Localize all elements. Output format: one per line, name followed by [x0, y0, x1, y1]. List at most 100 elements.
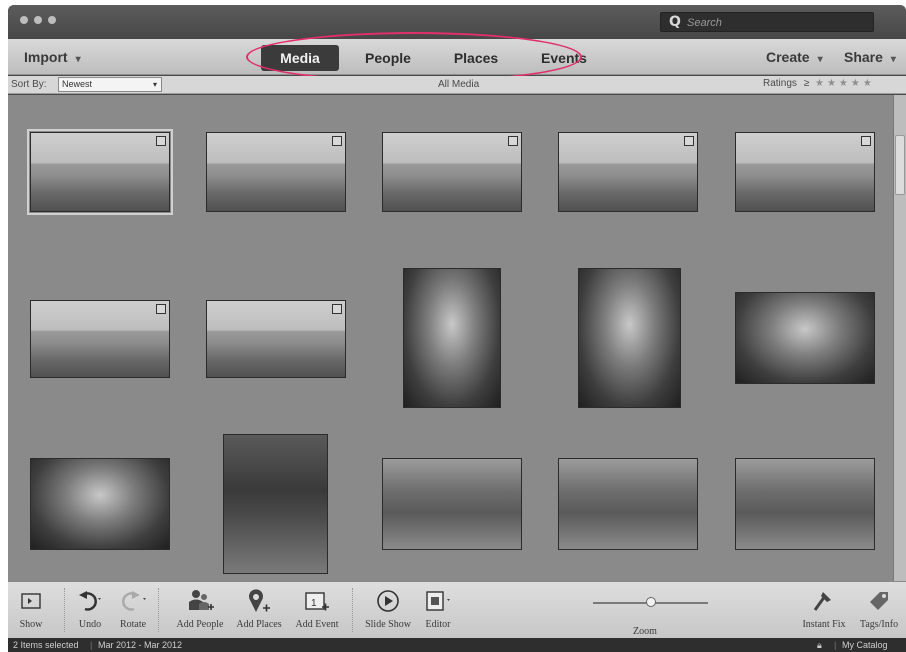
show-label: Show: [19, 619, 43, 630]
editor-button[interactable]: Editor: [418, 586, 458, 630]
toolbar-divider: [64, 588, 65, 632]
media-thumbnail[interactable]: [206, 300, 346, 378]
instant-fix-button[interactable]: Instant Fix: [796, 586, 852, 630]
share-label: Share: [844, 49, 883, 65]
media-thumbnail[interactable]: [735, 132, 875, 212]
media-thumbnail[interactable]: [558, 132, 698, 212]
stack-badge-icon[interactable]: [861, 136, 871, 146]
chevron-down-icon: ▾: [817, 54, 823, 65]
stack-badge-icon[interactable]: [508, 136, 518, 146]
stack-badge-icon[interactable]: [332, 136, 342, 146]
stack-badge-icon[interactable]: [684, 136, 694, 146]
sort-bar: Sort By: Newest ▾ All Media Ratings ≥ ★ ★ ★…: [8, 76, 906, 94]
ratings-operator[interactable]: ≥: [804, 78, 810, 89]
add-places-button[interactable]: Add Places: [230, 586, 288, 630]
create-label: Create: [766, 49, 810, 65]
menu-bar: Import ▾ Media People Places Events Creat…: [8, 32, 906, 82]
ratings-filter: Ratings ≥ ★ ★ ★ ★ ★: [763, 78, 872, 89]
share-menu[interactable]: Share ▾: [844, 49, 896, 65]
status-bar: 2 Items selected | Mar 2012 - Mar 2012 🔒…: [8, 638, 906, 652]
show-button[interactable]: Show: [14, 586, 48, 630]
tag-icon: [854, 586, 904, 616]
wand-icon: [796, 586, 852, 616]
add-people-icon: [168, 586, 232, 616]
add-people-button[interactable]: Add People: [168, 586, 232, 630]
media-thumbnail[interactable]: [578, 268, 681, 408]
panel-icon: [14, 586, 48, 616]
close-window-button[interactable]: [20, 16, 28, 24]
media-thumbnail[interactable]: [382, 458, 522, 550]
rating-star-1[interactable]: ★: [815, 78, 824, 89]
instant-fix-label: Instant Fix: [802, 619, 846, 630]
editor-icon: [418, 586, 458, 616]
sort-by-label: Sort By:: [11, 79, 47, 90]
title-bar: Q: [8, 5, 906, 39]
rating-star-3[interactable]: ★: [839, 78, 848, 89]
tags-info-button[interactable]: Tags/Info: [854, 586, 904, 630]
calendar-icon: 1: [290, 586, 344, 616]
view-tabs: Media People Places Events: [261, 45, 613, 71]
date-range: Mar 2012 - Mar 2012: [98, 640, 183, 650]
stack-badge-icon[interactable]: [332, 304, 342, 314]
media-thumbnail[interactable]: [735, 458, 875, 550]
ratings-label: Ratings: [763, 78, 797, 89]
stack-badge-icon[interactable]: [156, 304, 166, 314]
media-thumbnail[interactable]: [27, 129, 173, 215]
media-thumbnail[interactable]: [403, 268, 501, 408]
create-menu[interactable]: Create ▾: [766, 49, 823, 65]
chevron-down-icon: ▾: [152, 80, 157, 89]
zoom-slider[interactable]: [593, 597, 708, 607]
stack-badge-icon[interactable]: [156, 136, 166, 146]
undo-label: Undo: [78, 619, 102, 630]
catalog-name[interactable]: My Catalog: [842, 638, 888, 652]
zoom-label: Zoom: [633, 626, 657, 637]
chevron-down-icon: ▾: [75, 54, 81, 65]
slide-show-button[interactable]: Slide Show: [360, 586, 416, 630]
lock-icon: 🔒︎: [817, 640, 822, 650]
add-event-button[interactable]: 1 Add Event: [290, 586, 344, 630]
rating-star-5[interactable]: ★: [863, 78, 872, 89]
search-icon: Q: [669, 14, 681, 30]
editor-label: Editor: [425, 619, 451, 630]
media-thumbnail[interactable]: [223, 434, 328, 574]
scrollbar[interactable]: [893, 95, 906, 581]
search-box[interactable]: Q: [660, 12, 874, 32]
rotate-icon: [112, 586, 154, 616]
tags-info-label: Tags/Info: [859, 619, 899, 630]
toolbar-divider: [158, 588, 159, 632]
rating-star-4[interactable]: ★: [851, 78, 860, 89]
search-input[interactable]: [687, 15, 867, 30]
add-places-label: Add Places: [236, 619, 282, 630]
media-thumbnail[interactable]: [382, 132, 522, 212]
media-grid: [8, 95, 893, 581]
svg-text:1: 1: [311, 598, 317, 609]
sort-value: Newest: [62, 79, 93, 89]
status-divider: |: [834, 640, 837, 650]
rating-star-2[interactable]: ★: [827, 78, 836, 89]
tab-places[interactable]: Places: [437, 45, 515, 71]
zoom-slider-knob[interactable]: [645, 597, 656, 607]
media-thumbnail[interactable]: [558, 458, 698, 550]
media-thumbnail[interactable]: [30, 300, 170, 378]
sort-select[interactable]: Newest ▾: [58, 77, 162, 92]
scroll-thumb[interactable]: [895, 135, 905, 195]
selection-count: 2 Items selected: [13, 640, 79, 650]
tab-people[interactable]: People: [349, 45, 427, 71]
tab-media[interactable]: Media: [261, 45, 339, 71]
rotate-button[interactable]: Rotate: [112, 586, 154, 630]
add-people-label: Add People: [176, 619, 224, 630]
zoom-window-button[interactable]: [48, 16, 56, 24]
tab-events[interactable]: Events: [525, 45, 603, 71]
minimize-window-button[interactable]: [34, 16, 42, 24]
organizer-window: Q Import ▾ Media People Places Events Cre…: [8, 5, 906, 652]
view-title: All Media: [438, 79, 480, 90]
media-thumbnail[interactable]: [735, 292, 875, 384]
import-menu[interactable]: Import ▾: [24, 49, 81, 65]
import-label: Import: [24, 49, 68, 65]
media-thumbnail[interactable]: [30, 458, 170, 550]
status-divider: |: [90, 640, 93, 650]
rating-stars: ★ ★ ★ ★ ★: [812, 78, 872, 89]
media-thumbnail[interactable]: [206, 132, 346, 212]
play-circle-icon: [360, 586, 416, 616]
undo-button[interactable]: Undo: [70, 586, 110, 630]
